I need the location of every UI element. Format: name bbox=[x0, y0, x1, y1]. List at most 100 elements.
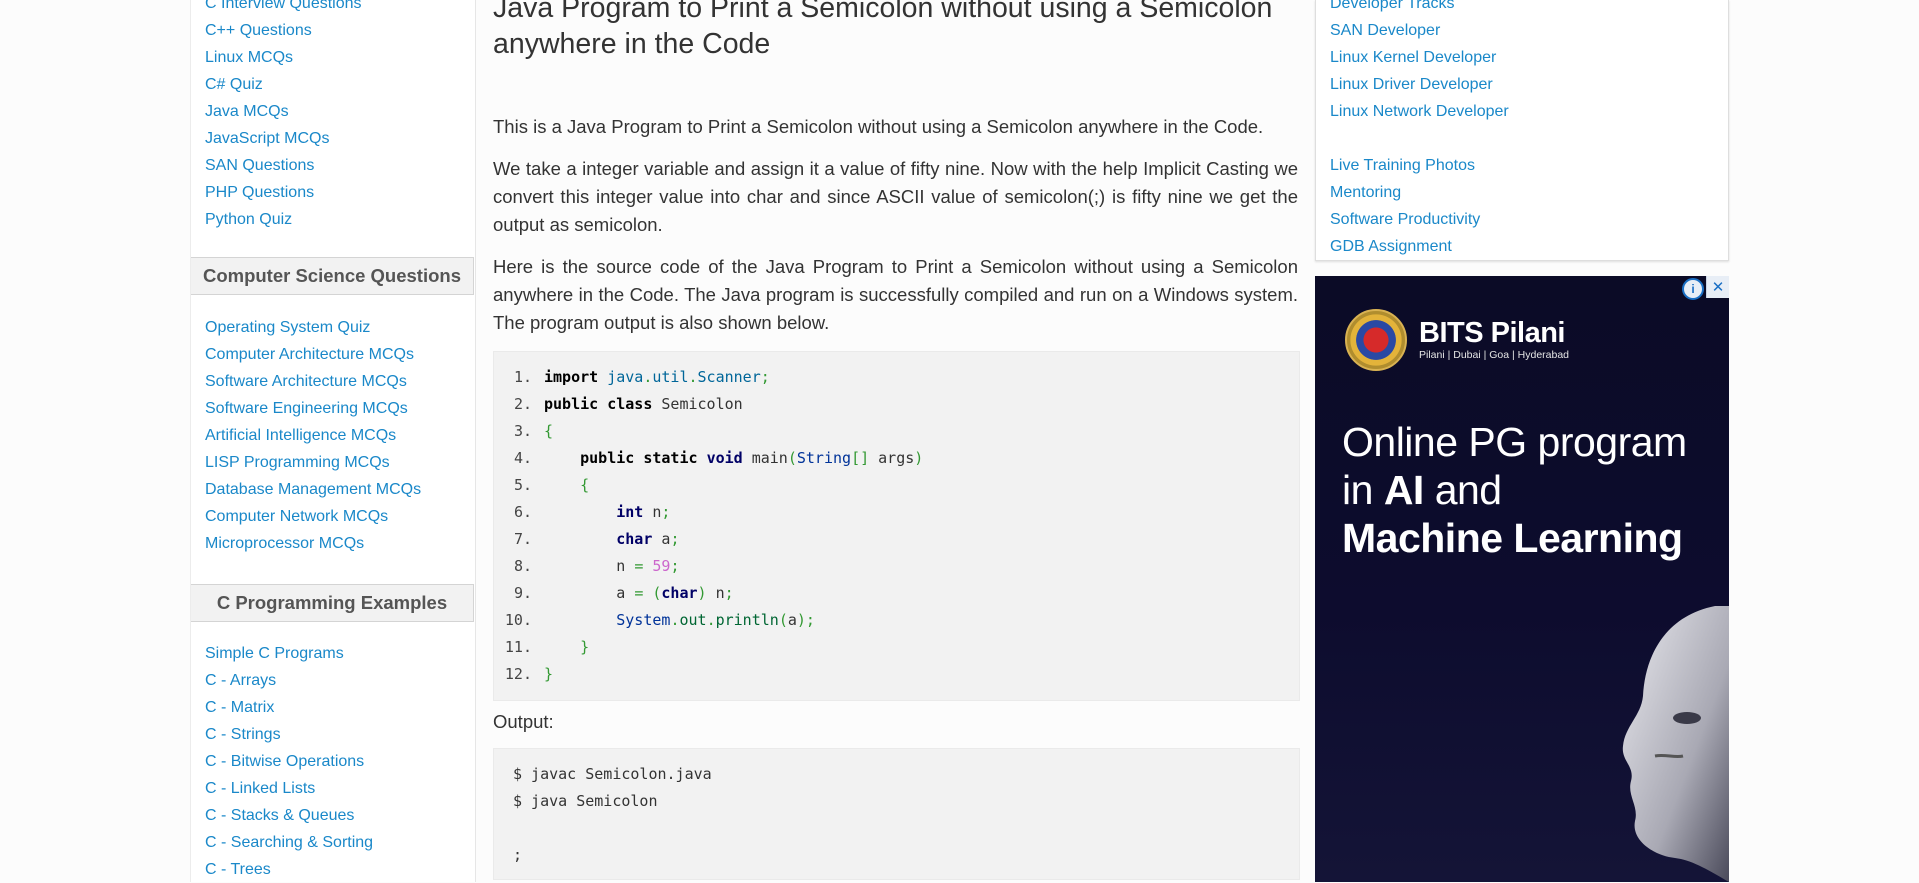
link-c-linked-lists[interactable]: C - Linked Lists bbox=[205, 780, 315, 797]
sidebar-link[interactable]: Linux Network Developer bbox=[1330, 98, 1509, 125]
ad-info-icon[interactable]: i bbox=[1682, 278, 1704, 300]
code-block[interactable]: 1. import java.util.Scanner; 2. public cla… bbox=[493, 351, 1300, 701]
right-sidebar: Developer Tracks SAN Developer Linux Ker… bbox=[1315, 0, 1729, 261]
link-linux[interactable]: Linux MCQs bbox=[205, 49, 293, 66]
link-python[interactable]: Python Quiz bbox=[205, 211, 292, 228]
sidebar-link[interactable]: Linux Kernel Developer bbox=[1330, 44, 1509, 71]
sidebar-link[interactable]: C - Strings bbox=[205, 721, 373, 748]
ad-close-icon[interactable]: ✕ bbox=[1706, 276, 1729, 298]
code-line: 9. a = (char) n; bbox=[494, 580, 1299, 607]
line-number: 11. bbox=[504, 638, 532, 656]
output-block[interactable]: $ javac Semicolon.java $ java Semicolon … bbox=[493, 748, 1300, 880]
sidebar-link[interactable]: Live Training Photos bbox=[1330, 152, 1509, 179]
cs-questions-heading: Computer Science Questions bbox=[191, 257, 474, 295]
sidebar-link[interactable]: Simple C Programs bbox=[205, 640, 373, 667]
sidebar-link[interactable]: C - Matrix bbox=[205, 694, 373, 721]
sidebar-link[interactable]: Microprocessor MCQs bbox=[205, 530, 421, 557]
sidebar-link[interactable]: Software Engineering MCQs bbox=[205, 395, 421, 422]
link-c-stacks[interactable]: C - Stacks & Queues bbox=[205, 807, 354, 824]
sidebar-link[interactable]: C Interview Questions bbox=[205, 0, 362, 17]
link-driver-developer[interactable]: Linux Driver Developer bbox=[1330, 76, 1493, 93]
link-gdb-assignment[interactable]: GDB Assignment bbox=[1330, 238, 1452, 255]
link-lisp[interactable]: LISP Programming MCQs bbox=[205, 454, 390, 471]
link-javascript[interactable]: JavaScript MCQs bbox=[205, 130, 329, 147]
link-dbms[interactable]: Database Management MCQs bbox=[205, 481, 421, 498]
link-os[interactable]: Operating System Quiz bbox=[205, 319, 370, 336]
link-c-matrix[interactable]: C - Matrix bbox=[205, 699, 274, 716]
link-developer-tracks[interactable]: Developer Tracks bbox=[1330, 0, 1455, 12]
sidebar-link[interactable]: C - Stacks & Queues bbox=[205, 802, 373, 829]
headline-line-3: Machine Learning bbox=[1342, 515, 1683, 561]
link-soft-eng[interactable]: Software Engineering MCQs bbox=[205, 400, 408, 417]
brand-campuses: Pilani | Dubai | Goa | Hyderabad bbox=[1419, 349, 1570, 361]
link-network-developer[interactable]: Linux Network Developer bbox=[1330, 103, 1509, 120]
sidebar-link[interactable]: C - Bitwise Operations bbox=[205, 748, 373, 775]
link-software-productivity[interactable]: Software Productivity bbox=[1330, 211, 1480, 228]
sidebar-link[interactable]: GDB Assignment bbox=[1330, 233, 1509, 260]
code-line: 4. public static void main(String[] args… bbox=[494, 445, 1299, 472]
link-kernel-developer[interactable]: Linux Kernel Developer bbox=[1330, 49, 1496, 66]
sidebar-link[interactable]: Linux Driver Developer bbox=[1330, 71, 1509, 98]
link-php[interactable]: PHP Questions bbox=[205, 184, 314, 201]
sidebar-link[interactable]: C - Linked Lists bbox=[205, 775, 373, 802]
line-number: 4. bbox=[513, 449, 532, 467]
sidebar-link[interactable]: Database Management MCQs bbox=[205, 476, 421, 503]
code-line: 3.{ bbox=[494, 418, 1299, 445]
link-comp-arch[interactable]: Computer Architecture MCQs bbox=[205, 346, 414, 363]
headline-and: and bbox=[1423, 467, 1502, 513]
sidebar-link[interactable]: Mentoring bbox=[1330, 179, 1509, 206]
brand-name: BITS Pilani bbox=[1419, 317, 1565, 349]
sidebar-link[interactable]: Software Architecture MCQs bbox=[205, 368, 421, 395]
crest-icon bbox=[1345, 309, 1407, 371]
link-c-strings[interactable]: C - Strings bbox=[205, 726, 281, 743]
line-number: 8. bbox=[513, 557, 532, 575]
explanation-paragraph: We take a integer variable and assign it… bbox=[493, 158, 1298, 235]
link-training-photos[interactable]: Live Training Photos bbox=[1330, 157, 1475, 174]
link-c-trees[interactable]: C - Trees bbox=[205, 861, 271, 878]
sidebar-link[interactable]: C - Arrays bbox=[205, 667, 373, 694]
link-c-bitwise[interactable]: C - Bitwise Operations bbox=[205, 753, 364, 770]
link-ai[interactable]: Artificial Intelligence MCQs bbox=[205, 427, 396, 444]
sidebar-link[interactable]: JavaScript MCQs bbox=[205, 125, 362, 152]
link-java[interactable]: Java MCQs bbox=[205, 103, 289, 120]
link-san-developer[interactable]: SAN Developer bbox=[1330, 22, 1440, 39]
robot-face-image bbox=[1622, 606, 1729, 882]
ad-controls: i ✕ bbox=[1680, 276, 1729, 302]
c-examples-heading: C Programming Examples bbox=[191, 584, 474, 622]
sidebar-link[interactable]: Artificial Intelligence MCQs bbox=[205, 422, 421, 449]
sidebar-link[interactable]: Software Productivity bbox=[1330, 206, 1509, 233]
sidebar-link[interactable]: Java MCQs bbox=[205, 98, 362, 125]
sidebar-link[interactable]: Computer Architecture MCQs bbox=[205, 341, 421, 368]
line-number: 9. bbox=[513, 584, 532, 602]
link-mentoring[interactable]: Mentoring bbox=[1330, 184, 1401, 201]
link-cpp[interactable]: C++ Questions bbox=[205, 22, 312, 39]
sidebar-link[interactable]: SAN Developer bbox=[1330, 17, 1509, 44]
link-microprocessor[interactable]: Microprocessor MCQs bbox=[205, 535, 364, 552]
line-number: 10. bbox=[504, 611, 532, 629]
sidebar-link[interactable]: Computer Network MCQs bbox=[205, 503, 421, 530]
sidebar-link[interactable]: Operating System Quiz bbox=[205, 314, 421, 341]
link-c-interview[interactable]: C Interview Questions bbox=[205, 0, 362, 12]
link-c-searching[interactable]: C - Searching & Sorting bbox=[205, 834, 373, 851]
sidebar-link[interactable]: C# Quiz bbox=[205, 71, 362, 98]
sidebar-link[interactable]: Linux MCQs bbox=[205, 44, 362, 71]
sidebar-link[interactable]: C - Trees bbox=[205, 856, 373, 883]
page-title: Java Program to Print a Semicolon withou… bbox=[493, 0, 1273, 60]
sidebar-link[interactable]: C - Searching & Sorting bbox=[205, 829, 373, 856]
link-c-arrays[interactable]: C - Arrays bbox=[205, 672, 276, 689]
sidebar-link[interactable]: SAN Questions bbox=[205, 152, 362, 179]
headline-ai: AI bbox=[1383, 467, 1425, 513]
sidebar-link[interactable]: Python Quiz bbox=[205, 206, 362, 233]
sidebar-link[interactable]: LISP Programming MCQs bbox=[205, 449, 421, 476]
sidebar-link[interactable]: C++ Questions bbox=[205, 17, 362, 44]
advertisement-banner[interactable]: i ✕ BITS Pilani Pilani | Dubai | Goa | H… bbox=[1315, 276, 1729, 882]
link-soft-arch[interactable]: Software Architecture MCQs bbox=[205, 373, 407, 390]
link-simple-c[interactable]: Simple C Programs bbox=[205, 645, 344, 662]
code-line: 7. char a; bbox=[494, 526, 1299, 553]
sidebar-link[interactable]: Developer Tracks bbox=[1330, 0, 1509, 17]
sidebar-link[interactable]: PHP Questions bbox=[205, 179, 362, 206]
link-csharp[interactable]: C# Quiz bbox=[205, 76, 263, 93]
link-san[interactable]: SAN Questions bbox=[205, 157, 314, 174]
link-network[interactable]: Computer Network MCQs bbox=[205, 508, 388, 525]
